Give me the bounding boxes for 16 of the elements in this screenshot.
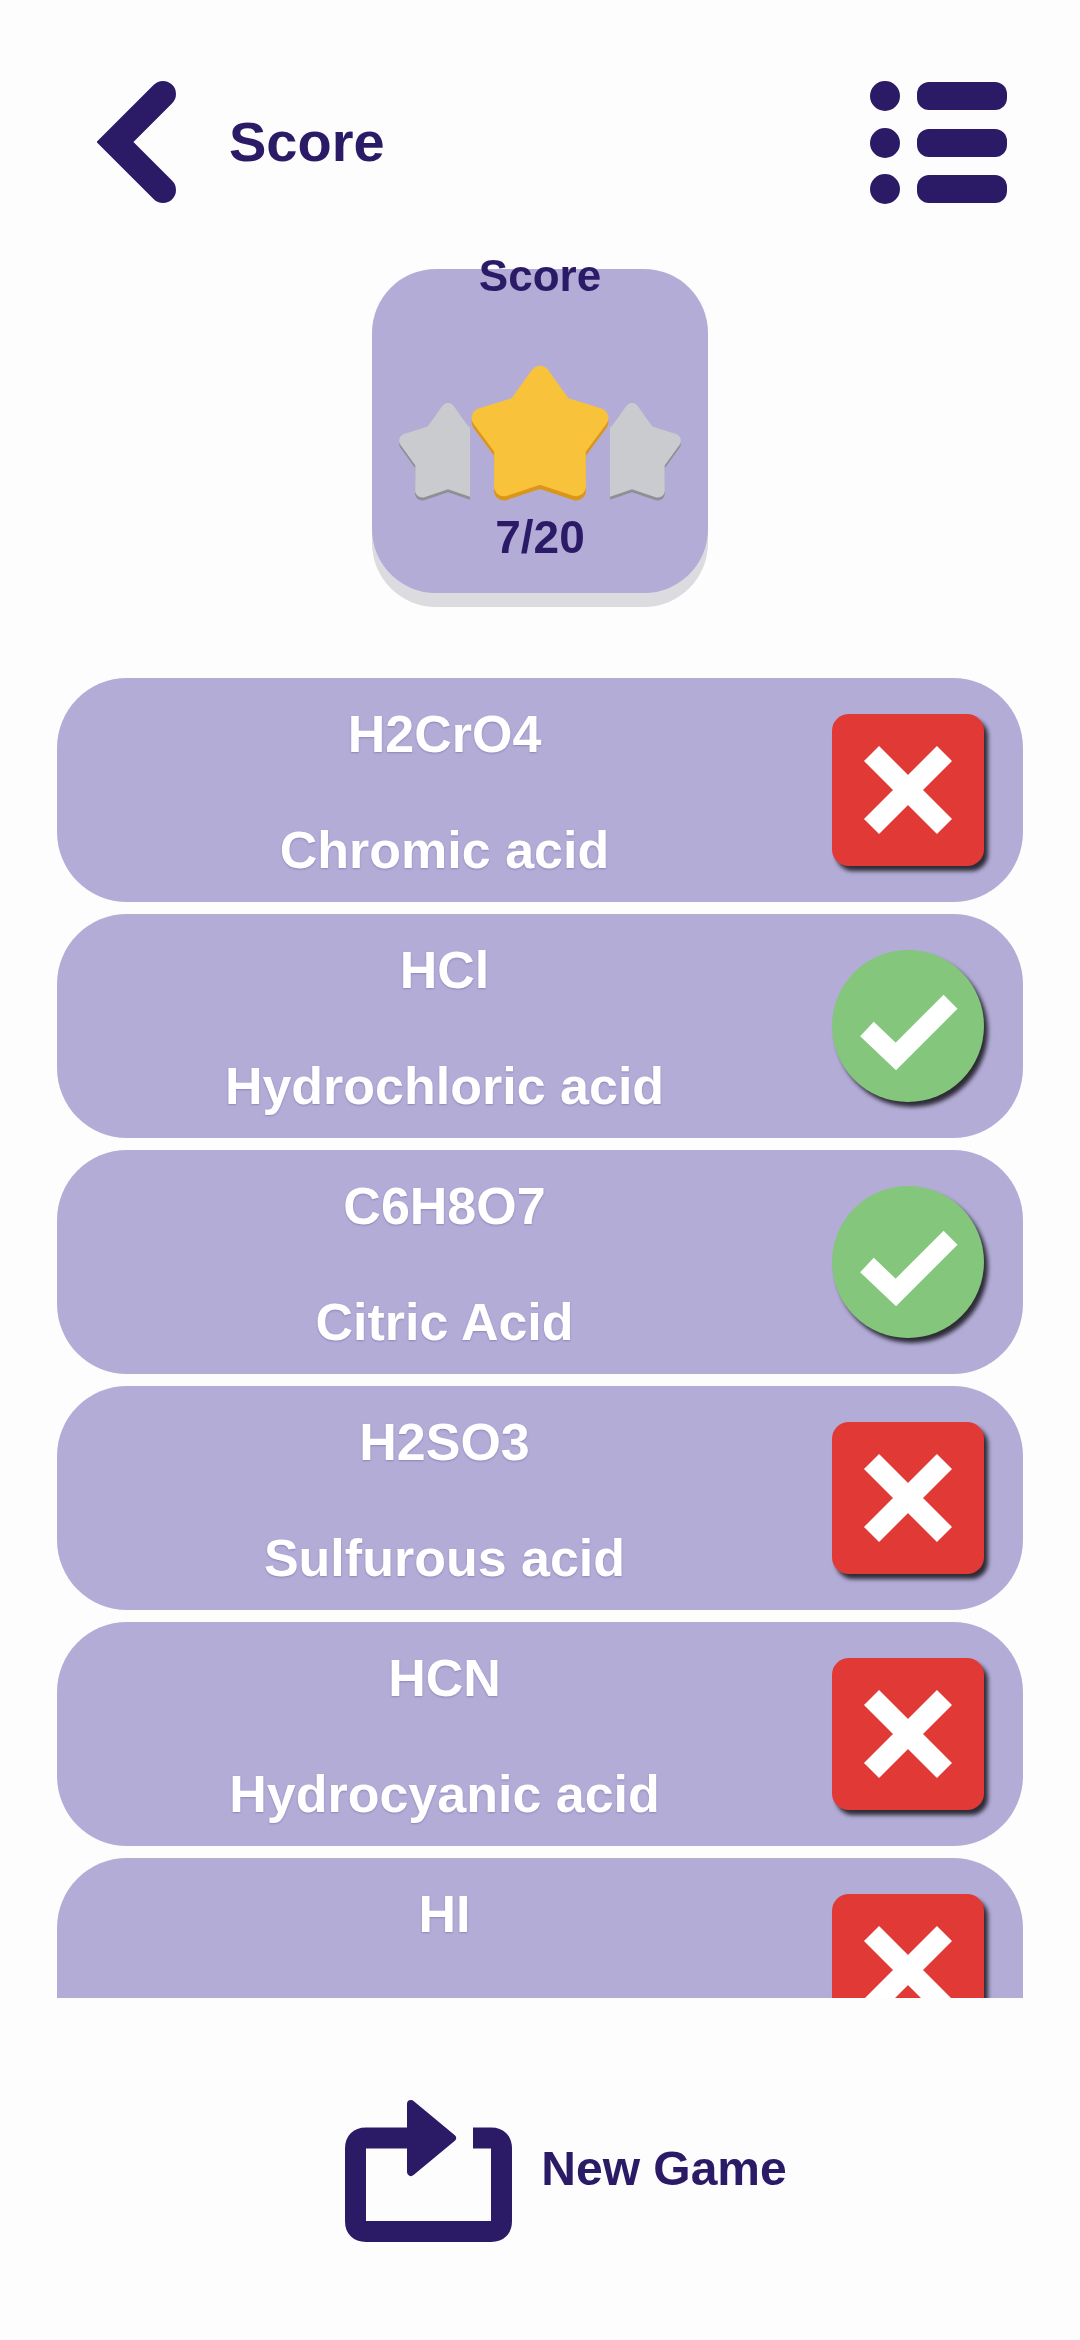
back-icon[interactable] (97, 79, 179, 204)
list-icon[interactable] (870, 79, 1007, 204)
acid-name: Hydrochloric acid (224, 1056, 665, 1116)
acid-name: Hydrocyanic acid (229, 1764, 660, 1824)
acid-name: Sulfurous acid (263, 1528, 626, 1588)
page-title: Score (229, 109, 385, 174)
acid-name: Chromic acid (279, 820, 610, 880)
formula-text: HCl (399, 940, 490, 1000)
acid-name: Citric Acid (315, 1292, 574, 1352)
formula-text: H2CrO4 (347, 704, 542, 764)
new-game-button[interactable]: New Game (345, 2096, 787, 2242)
formula-text: HCN (388, 1648, 501, 1708)
score-value: 7/20 (495, 511, 585, 563)
formula-text: HI (418, 1884, 471, 1944)
formula-text: C6H8O7 (343, 1176, 546, 1236)
formula-text: H2SO3 (359, 1412, 530, 1472)
